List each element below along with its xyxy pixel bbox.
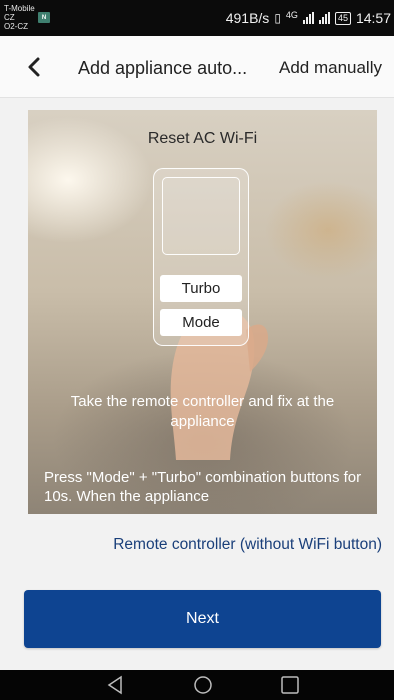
carrier-line2: O2-CZ xyxy=(4,22,28,31)
circle-home-icon xyxy=(194,676,212,694)
app-header: Add appliance auto... Add manually xyxy=(0,36,394,98)
mode-button: Mode xyxy=(160,309,242,336)
network-speed: 491B/s xyxy=(225,10,270,26)
square-recent-icon xyxy=(281,676,299,694)
next-button[interactable]: Next xyxy=(24,590,381,648)
remote-without-wifi-link[interactable]: Remote controller (without WiFi button) xyxy=(0,536,394,554)
chevron-left-icon xyxy=(28,57,40,77)
clock: 14:57 xyxy=(355,10,391,26)
nav-recent-button[interactable] xyxy=(277,673,303,697)
turbo-button: Turbo xyxy=(160,275,242,302)
illustration-title: Reset AC Wi-Fi xyxy=(147,130,258,147)
status-bar: T-Mobile CZ O2-CZ N 491B/s ▯ 4G 45 14:57 xyxy=(0,0,394,36)
signal-icon xyxy=(302,12,314,24)
nav-home-button[interactable] xyxy=(190,673,216,697)
network-type: 4G xyxy=(285,10,298,20)
remote-controller-graphic: Turbo Mode xyxy=(153,168,249,346)
illustration-caption: Take the remote controller and fix at th… xyxy=(70,393,335,430)
back-button[interactable] xyxy=(20,52,50,82)
vibrate-icon: ▯ xyxy=(274,11,281,25)
reset-wifi-illustration: Reset AC Wi-Fi Turbo Mode Take the remot… xyxy=(28,110,377,514)
add-manually-button[interactable]: Add manually xyxy=(279,58,382,78)
instruction-text: Press "Mode" + "Turbo" combination butto… xyxy=(44,469,362,505)
battery-icon: 45 xyxy=(334,11,351,25)
nav-back-button[interactable] xyxy=(103,673,129,697)
triangle-back-icon xyxy=(107,675,122,695)
status-indicators: 491B/s ▯ 4G 45 14:57 xyxy=(226,10,391,26)
remote-screen xyxy=(162,177,240,255)
signal-icon-2 xyxy=(318,12,330,24)
navigation-bar xyxy=(0,670,394,700)
notification-icon-label: N xyxy=(41,14,47,21)
page-title: Add appliance auto... xyxy=(78,58,248,78)
main-content: Reset AC Wi-Fi Turbo Mode Take the remot… xyxy=(0,98,394,670)
notification-icon: N xyxy=(38,12,50,23)
